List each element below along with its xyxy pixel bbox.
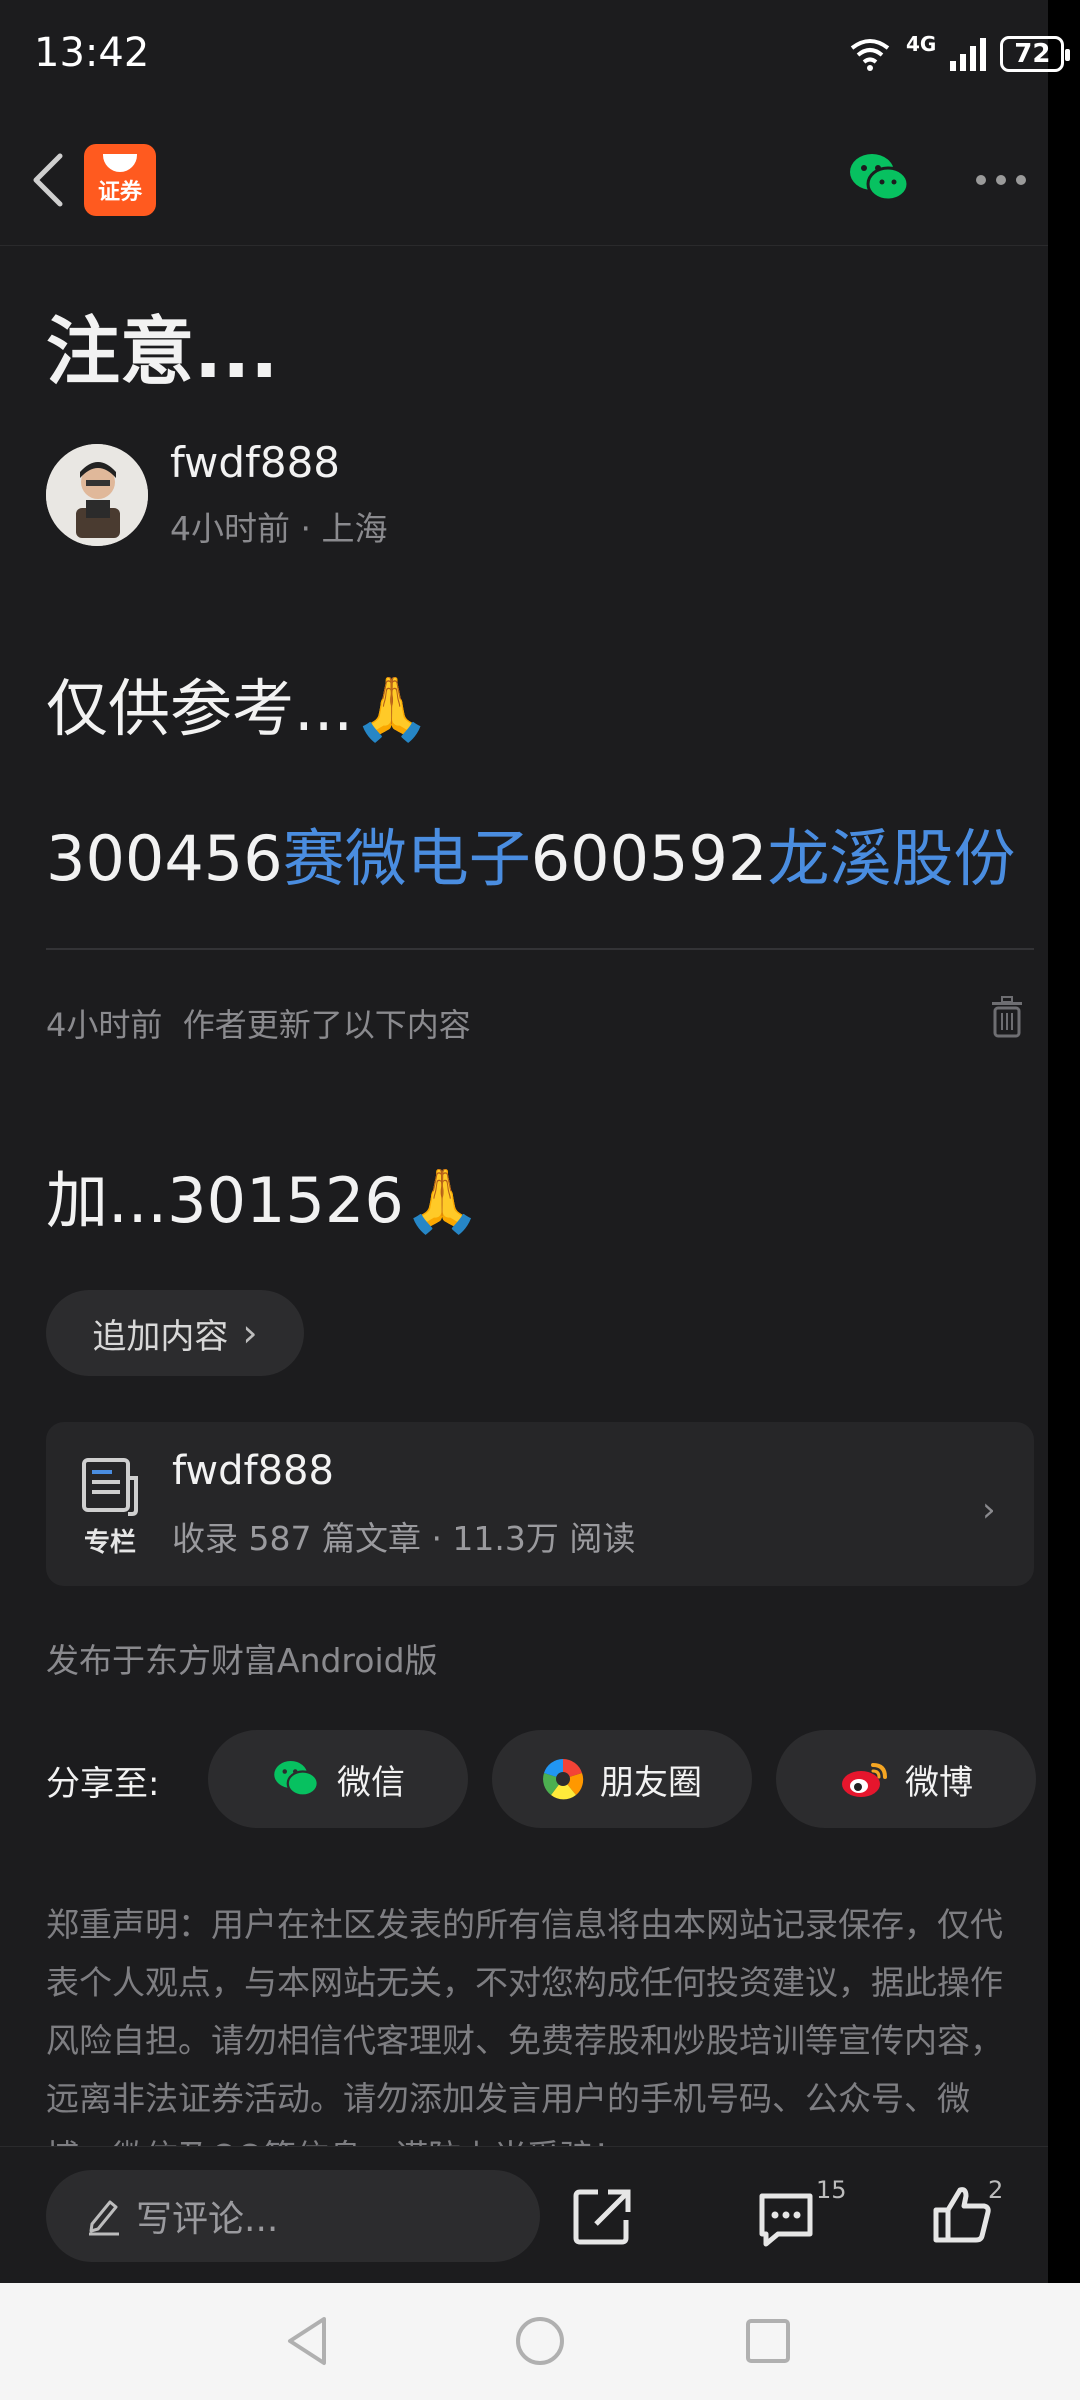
post-time: 4小时前 bbox=[170, 509, 290, 548]
system-navigation-bar bbox=[0, 2283, 1080, 2400]
stock-code-2: 600592 bbox=[530, 822, 768, 895]
update-note: 4小时前 作者更新了以下内容 bbox=[46, 1000, 471, 1046]
praying-hands-icon-2: 🙏 bbox=[403, 1164, 482, 1237]
append-content-button[interactable]: 追加内容 › bbox=[46, 1290, 304, 1376]
article-title: 注意... bbox=[46, 309, 279, 395]
wechat-icon bbox=[274, 1761, 319, 1797]
share-weibo-button[interactable]: 微博 bbox=[776, 1730, 1036, 1828]
network-type: 4G bbox=[906, 32, 937, 56]
weibo-icon bbox=[842, 1763, 887, 1797]
nav-back-icon[interactable] bbox=[282, 2313, 332, 2369]
line1-text: 仅供参考... bbox=[46, 672, 354, 745]
article-line-1: 仅供参考...🙏 bbox=[46, 658, 430, 748]
post-location: 上海 bbox=[321, 509, 388, 548]
nav-home-icon[interactable] bbox=[514, 2315, 566, 2367]
more-options-icon[interactable] bbox=[976, 168, 1030, 192]
share-moments-button[interactable]: 朋友圈 bbox=[492, 1730, 752, 1828]
stock-code-1: 300456 bbox=[46, 822, 283, 895]
line3-text: 加...301526 bbox=[46, 1164, 404, 1237]
column-document-icon bbox=[82, 1458, 138, 1516]
article-line-2: 300456赛微电子600592龙溪股份 bbox=[46, 808, 1015, 898]
article-line-3: 加...301526🙏 bbox=[46, 1150, 481, 1240]
author-name[interactable]: fwdf888 bbox=[170, 438, 340, 487]
battery-level: 72 bbox=[1014, 39, 1051, 69]
update-text: 作者更新了以下内容 bbox=[182, 1006, 471, 1044]
share-label: 分享至: bbox=[46, 1764, 160, 1804]
wifi-icon bbox=[850, 39, 890, 71]
nav-recents-icon[interactable] bbox=[744, 2317, 792, 2365]
post-meta: 4小时前 · 上海 bbox=[170, 502, 388, 550]
comment-icon[interactable] bbox=[756, 2188, 816, 2248]
signal-icon bbox=[950, 38, 987, 71]
comment-input[interactable]: 写评论... bbox=[46, 2170, 540, 2262]
meta-separator: · bbox=[300, 509, 312, 548]
praying-hands-icon: 🙏 bbox=[353, 672, 431, 745]
chevron-right-icon: › bbox=[242, 1311, 258, 1355]
right-edge-strip bbox=[1048, 0, 1080, 2283]
column-name: fwdf888 bbox=[172, 1448, 334, 1494]
comment-placeholder: 写评论... bbox=[136, 2199, 279, 2240]
wechat-share-icon[interactable] bbox=[848, 150, 910, 206]
author-avatar[interactable] bbox=[46, 444, 148, 546]
share-weibo-label: 微博 bbox=[905, 1762, 973, 1803]
published-source: 发布于东方财富Android版 bbox=[46, 1641, 438, 1680]
avatar-portrait-icon bbox=[46, 444, 148, 546]
share-wechat-label: 微信 bbox=[337, 1762, 405, 1803]
chevron-right-icon: › bbox=[982, 1490, 996, 1530]
app-logo[interactable]: 证券 bbox=[84, 144, 156, 216]
forward-share-icon[interactable] bbox=[572, 2186, 632, 2246]
column-stats: 收录 587 篇文章 · 11.3万 阅读 bbox=[172, 1519, 636, 1558]
moments-icon bbox=[543, 1759, 584, 1800]
comment-count-badge: 15 bbox=[816, 2176, 847, 2204]
like-count-badge: 2 bbox=[988, 2176, 1004, 2204]
share-wechat-button[interactable]: 微信 bbox=[208, 1730, 468, 1828]
append-content-label: 追加内容 bbox=[92, 1316, 229, 1357]
column-icon-label: 专栏 bbox=[83, 1528, 136, 1558]
content-divider bbox=[46, 948, 1034, 950]
trash-icon[interactable] bbox=[990, 996, 1024, 1038]
like-thumb-icon[interactable] bbox=[932, 2184, 992, 2244]
system-icons: 4G 72 bbox=[848, 32, 1071, 76]
author-column-card[interactable] bbox=[46, 1422, 1034, 1586]
disclaimer-text: 郑重声明：用户在社区发表的所有信息将由本网站记录保存，仅代表个人观点，与本网站无… bbox=[46, 1905, 1003, 2146]
share-moments-label: 朋友圈 bbox=[600, 1762, 702, 1803]
logo-mark-icon bbox=[103, 154, 137, 172]
back-arrow-icon[interactable] bbox=[26, 148, 70, 212]
update-time: 4小时前 bbox=[46, 1006, 163, 1044]
status-time: 13:42 bbox=[34, 30, 150, 76]
stock-link-longxi[interactable]: 龙溪股份 bbox=[767, 822, 1015, 895]
column-icon: 专栏 bbox=[78, 1456, 142, 1558]
app-logo-text: 证券 bbox=[97, 180, 142, 205]
stock-link-saiwei[interactable]: 赛微电子 bbox=[283, 822, 531, 895]
battery-icon: 72 bbox=[1000, 36, 1071, 72]
pen-icon bbox=[89, 2200, 119, 2236]
